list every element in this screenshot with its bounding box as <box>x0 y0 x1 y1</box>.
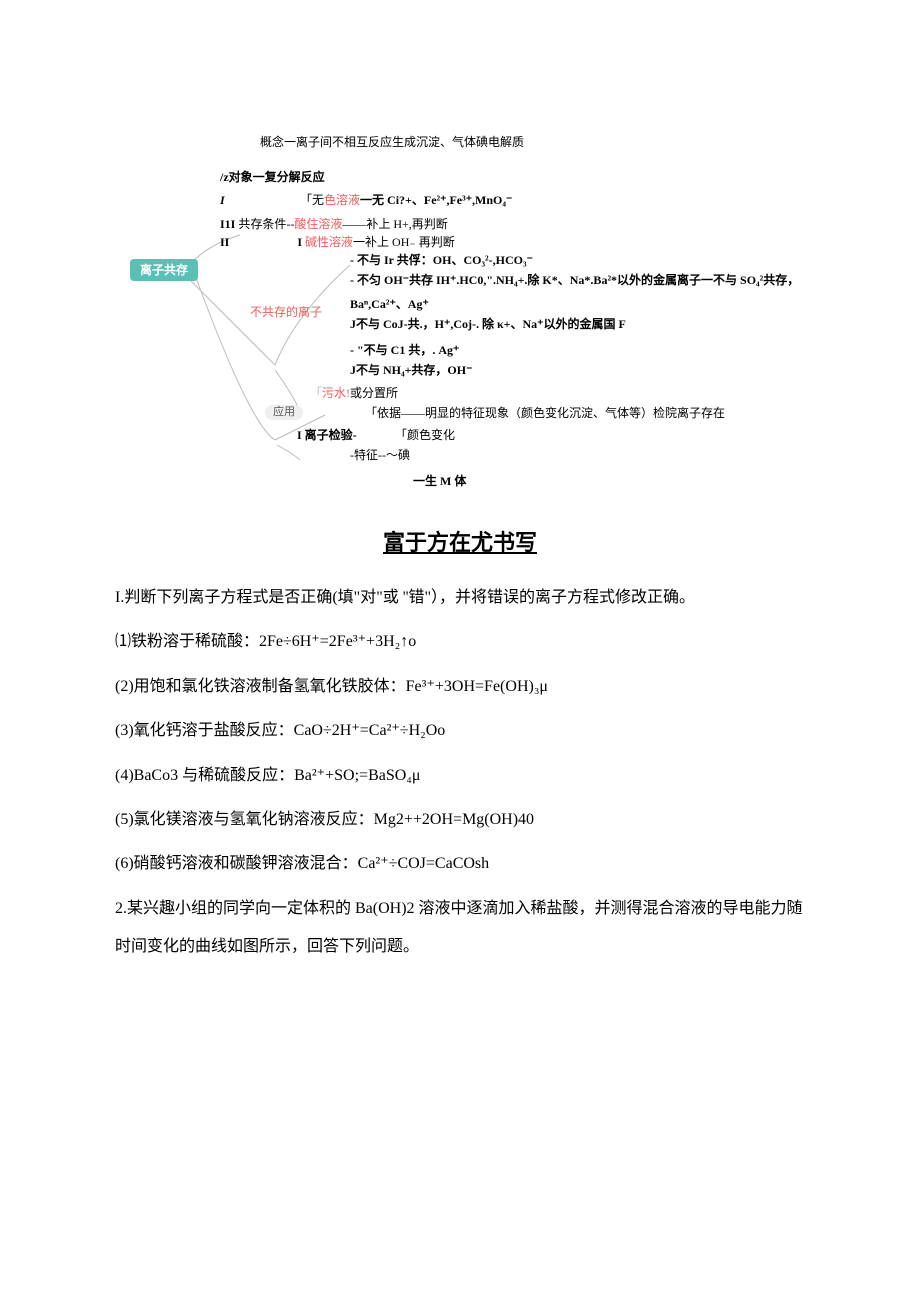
cond1-red: 酸住溶液 <box>294 217 342 231</box>
notwith-0: - 不与 Ir 共俘：OH、CO₃²-,HCO₃⁻ <box>350 253 533 267</box>
notwith-5: J不与 NH₄+共存，OH⁻ <box>350 363 472 377</box>
cond-line-1: I1I 共存条件--酸住溶液——补上 H+,再判断 <box>220 217 448 231</box>
cond2-red: 碱性溶液 <box>305 235 353 249</box>
gas-line: 一生 M 体 <box>413 474 466 488</box>
notwith-2: Baⁿ,Ca²⁺、Ag⁺ <box>350 297 429 311</box>
i-line: I <box>220 193 225 207</box>
basis-line: 「依据——明显的特征现象（颜色变化沉淀、气体等）检院离子存在 <box>365 406 725 420</box>
color-pre: 「无 <box>300 193 324 207</box>
cond1-p1: 共存条件-- <box>235 217 294 231</box>
q1-item-1: ⑴铁粉溶于稀硫酸：2Fe÷6H⁺=2Fe³⁺+3H₂↑o <box>115 623 805 661</box>
cond2-pre: II <box>220 235 229 249</box>
cond2-post: 一补上 OH₋ 再判断 <box>353 235 455 249</box>
feature-line: -特征--～碘 <box>350 448 410 462</box>
notwith-1: - 不匀 OH⁻共存 IH⁺.HC0,".NH₄+.除 K*、Na*.Ba²*以… <box>350 273 799 287</box>
color-change-line: 「颜色变化 <box>395 428 455 442</box>
q2-text: 2.某兴趣小组的同学向一定体积的 Ba(OH)2 溶液中逐滴加入稀盐酸，并测得混… <box>115 890 805 967</box>
cond1-pre: I1I <box>220 217 235 231</box>
section-title: 富于方在尤书写 <box>115 525 805 557</box>
q1-intro: I.判断下列离子方程式是否正确(填"对"或 ''错"），并将错误的离子方程式修改… <box>115 579 805 617</box>
sewage-post: 或分置所 <box>350 386 398 400</box>
notwith-4: - "不与 C1 共，. Ag⁺ <box>350 343 459 357</box>
not-coexist-label: 不共存的离子 <box>250 305 322 319</box>
ion-detect-label: I 离子检验- <box>297 428 357 442</box>
ion-coexist-tag: 离子共存 <box>130 259 198 281</box>
object-line: /z对象一复分解反应 <box>220 170 325 184</box>
cond2-mid: I <box>297 235 305 249</box>
q1-item-3: (3)氧化钙溶于盐酸反应：CaO÷2H⁺=Ca²⁺÷H₂Oo <box>115 712 805 750</box>
q1-item-4: (4)BaCo3 与稀硫酸反应：Ba²⁺+SO;=BaSO₄μ <box>115 757 805 795</box>
q1-item-6: (6)硝酸钙溶液和碳酸钾溶液混合：Ca²⁺÷COJ=CaCOsh <box>115 845 805 883</box>
color-post: 一无 Ci?+、Fe²⁺,Fe³⁺,MnO₄⁻ <box>360 193 512 207</box>
concept-line: 概念一离子间不相互反应生成沉淀、气体碘电解质 <box>260 135 524 149</box>
sewage-red: 污水! <box>322 386 350 400</box>
notwith-3: J不与 CoJ-共.，H⁺,Coj-. 除 κ+、Na⁺以外的金属国 F <box>350 317 626 331</box>
application-pill: 应用 <box>265 405 303 420</box>
sewage-line: 「污水!或分置所 <box>310 386 398 400</box>
q1-item-5: (5)氯化镁溶液与氢氧化钠溶液反应：Mg2++2OH=Mg(OH)40 <box>115 801 805 839</box>
color-red: 色溶液 <box>324 193 360 207</box>
cond1-p2: ——补上 H+,再判断 <box>342 217 447 231</box>
q1-item-2: (2)用饱和氯化铁溶液制备氢氧化铁胶体：Fe³⁺+3OH=Fe(OH)₃μ <box>115 668 805 706</box>
color-line: 「无色溶液一无 Ci?+、Fe²⁺,Fe³⁺,MnO₄⁻ <box>300 193 512 207</box>
cond-line-2: II I 碱性溶液一补上 OH₋ 再判断 <box>220 235 455 249</box>
